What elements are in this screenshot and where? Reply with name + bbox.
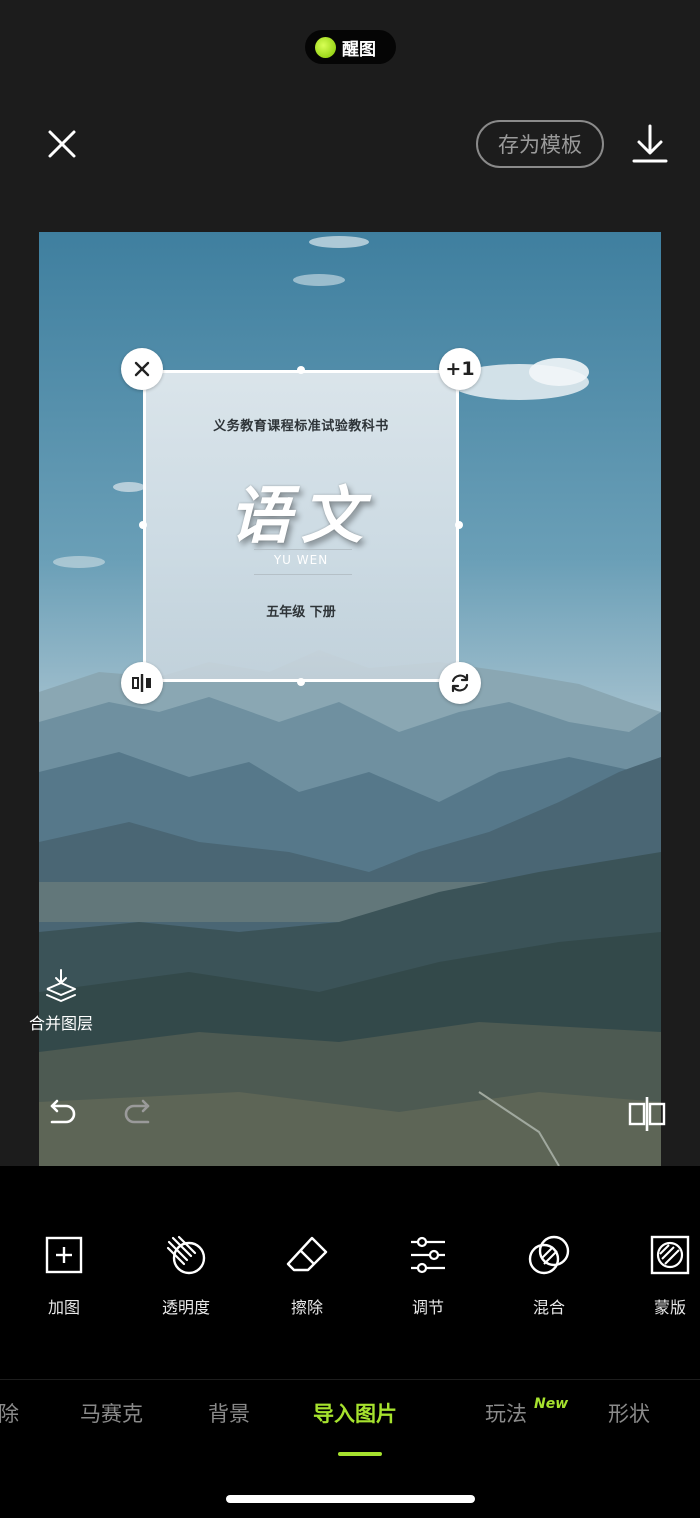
sticker-pinyin: YU WEN xyxy=(273,553,329,567)
tab-gameplay[interactable]: 玩法 xyxy=(485,1398,527,1428)
rotate-icon xyxy=(451,673,469,693)
active-tab-indicator xyxy=(338,1452,382,1456)
resize-handle-left[interactable] xyxy=(139,521,147,529)
sticker-divider-bottom xyxy=(254,574,352,575)
app-logo-dot-icon xyxy=(315,36,336,58)
tab-shape[interactable]: 形状 xyxy=(608,1398,650,1428)
new-badge: New xyxy=(534,1396,569,1412)
resize-handle-right[interactable] xyxy=(455,521,463,529)
tool-row: 加图 透明度 擦除 调节 混合 蒙版 xyxy=(0,1232,700,1322)
bottom-panel xyxy=(0,1166,700,1518)
tab-background[interactable]: 背景 xyxy=(208,1398,250,1428)
close-icon xyxy=(134,361,150,377)
download-button[interactable] xyxy=(628,122,672,166)
merge-layers-label: 合并图层 xyxy=(28,1014,93,1033)
app-pill: 醒图 xyxy=(305,30,396,64)
add-image-icon xyxy=(45,1236,83,1274)
rotate-layer-button[interactable] xyxy=(439,662,481,704)
tool-label: 蒙版 xyxy=(653,1298,686,1317)
opacity-icon xyxy=(166,1235,206,1275)
category-tabs: 除 马赛克 背景 导入图片 玩法 形状 xyxy=(0,1398,700,1448)
app-pill-label: 醒图 xyxy=(342,39,376,60)
tab-mosaic[interactable]: 马赛克 xyxy=(80,1398,143,1428)
sticker-grade: 五年级 下册 xyxy=(266,605,336,620)
eraser-icon xyxy=(286,1236,328,1272)
tool-label: 混合 xyxy=(532,1298,565,1317)
compare-icon xyxy=(628,1097,666,1131)
tool-add-image[interactable]: 加图 xyxy=(24,1232,104,1318)
tab-import-image[interactable]: 导入图片 xyxy=(313,1398,397,1428)
close-icon xyxy=(48,130,76,158)
sticker-divider-top xyxy=(254,549,352,550)
delete-layer-button[interactable] xyxy=(121,348,163,390)
tool-opacity[interactable]: 透明度 xyxy=(146,1232,226,1318)
save-as-template-button[interactable]: 存为模板 xyxy=(476,120,604,168)
flip-horizontal-icon xyxy=(132,674,151,692)
resize-handle-bottom[interactable] xyxy=(297,678,305,686)
text-sticker-layer[interactable]: 义务教育课程标准试验教科书 语文 YU WEN 五年级 下册 xyxy=(143,370,459,682)
merge-layers-button[interactable]: 合并图层 xyxy=(22,968,100,1034)
adjust-sliders-icon xyxy=(411,1236,445,1274)
sticker-subtitle: 义务教育课程标准试验教科书 xyxy=(213,419,389,434)
sticker-title: 语文 xyxy=(228,479,373,552)
tool-label: 透明度 xyxy=(161,1298,210,1317)
undo-button[interactable] xyxy=(44,1096,78,1130)
resize-handle-top[interactable] xyxy=(297,366,305,374)
tool-label: 调节 xyxy=(411,1298,444,1317)
tool-label: 擦除 xyxy=(290,1298,323,1317)
duplicate-layer-button[interactable]: +1 xyxy=(439,348,481,390)
blend-icon xyxy=(528,1235,570,1275)
tab-erase[interactable]: 除 xyxy=(0,1398,19,1428)
tool-label: 加图 xyxy=(47,1298,80,1317)
merge-layers-icon xyxy=(46,969,76,1002)
flip-layer-button[interactable] xyxy=(121,662,163,704)
tool-blend[interactable]: 混合 xyxy=(509,1232,589,1318)
compare-button[interactable] xyxy=(627,1094,667,1134)
mask-icon xyxy=(650,1235,690,1275)
duplicate-label: +1 xyxy=(445,358,475,380)
home-indicator[interactable] xyxy=(226,1495,475,1503)
redo-icon xyxy=(124,1099,150,1124)
tool-mask[interactable]: 蒙版 xyxy=(630,1232,700,1318)
redo-button[interactable] xyxy=(122,1096,156,1130)
undo-icon xyxy=(50,1099,76,1124)
tool-eraser[interactable]: 擦除 xyxy=(267,1232,347,1318)
download-icon xyxy=(632,124,668,163)
close-button[interactable] xyxy=(40,122,84,166)
panel-divider xyxy=(0,1379,700,1380)
tool-adjust[interactable]: 调节 xyxy=(388,1232,468,1318)
